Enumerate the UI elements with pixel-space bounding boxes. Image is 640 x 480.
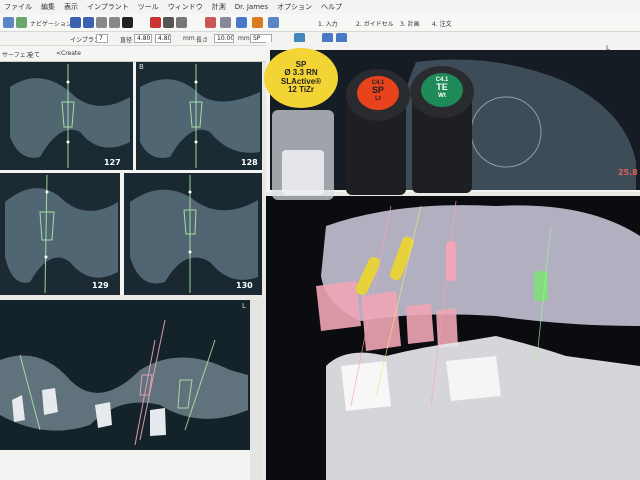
step2-label[interactable]: 2. ガイドセル <box>356 19 394 28</box>
planning-software-screen: ファイル 編集 表示 インプラント ツール ウィンドウ 計測 Dr. James… <box>0 0 640 480</box>
menu-help[interactable]: ヘルプ <box>321 2 342 12</box>
step1-label[interactable]: 1. 入力 <box>318 19 338 28</box>
move-icon[interactable] <box>163 17 174 28</box>
redo-icon[interactable] <box>83 17 94 28</box>
render-3d-view[interactable] <box>266 196 640 480</box>
panel-letter-right: L <box>606 44 610 52</box>
length-label: 長さ <box>196 37 209 44</box>
menu-file[interactable]: ファイル <box>4 2 32 12</box>
menu-bar: ファイル 編集 表示 インプラント ツール ウィンドウ 計測 Dr. James… <box>0 0 640 14</box>
menu-window[interactable]: ウィンドウ <box>168 2 203 12</box>
menu-doctor[interactable]: Dr. James <box>235 3 268 11</box>
step-input-icon[interactable] <box>268 17 279 28</box>
menu-view[interactable]: 表示 <box>64 2 78 12</box>
view-toolbar: サーフェス 全て <Create <box>0 46 270 62</box>
open-icon[interactable] <box>3 17 14 28</box>
menu-edit[interactable]: 編集 <box>41 2 55 12</box>
menu-options[interactable]: オプション <box>277 2 312 12</box>
diameter-label: 直径 <box>120 37 133 44</box>
vial-2-line-3: Lt <box>375 95 381 102</box>
slice-number: 127 <box>104 158 121 167</box>
slice-number: 128 <box>241 158 258 167</box>
length-field[interactable]: 10.00 <box>214 34 234 43</box>
view-icon[interactable] <box>122 17 133 28</box>
undo-icon[interactable] <box>70 17 81 28</box>
vial-1-line-4: 12 TiZr <box>287 85 315 95</box>
implant-icon[interactable] <box>252 17 263 28</box>
step4-label[interactable]: 4. 注文 <box>432 19 452 28</box>
cross-section-slices[interactable] <box>0 62 262 295</box>
vial-2-label: C4.1 SP Lt <box>361 80 395 102</box>
zoom-icon[interactable] <box>176 17 187 28</box>
step3-label[interactable]: 3. 計画 <box>400 19 420 28</box>
panoramic-panel: L <box>0 300 262 480</box>
grid-icon[interactable] <box>236 17 247 28</box>
vial-2-line-2: SP <box>371 85 384 96</box>
vial-3-line-3: Wt <box>438 92 446 99</box>
unit-label: mm <box>183 35 195 42</box>
length-unit-label: mm <box>238 35 250 42</box>
slice-number: 129 <box>92 281 109 290</box>
cut-icon[interactable] <box>96 17 107 28</box>
render-3d-panel <box>266 196 640 480</box>
create-label[interactable]: <Create <box>56 50 81 57</box>
menu-measure[interactable]: 計測 <box>212 2 226 12</box>
copy-icon[interactable] <box>109 17 120 28</box>
slice-number: 130 <box>236 281 253 290</box>
measure-icon[interactable] <box>220 17 231 28</box>
panel-letter-left: L <box>242 302 246 310</box>
search-icon[interactable] <box>205 17 216 28</box>
implant-number-field[interactable]: 7 <box>96 34 108 43</box>
menu-tools[interactable]: ツール <box>138 2 159 12</box>
zoom-readout: 25.8 <box>618 168 638 177</box>
cross-section-panel: B 127 128 129 130 <box>0 62 262 295</box>
menu-implant[interactable]: インプラント <box>87 2 129 12</box>
panel-letter-b: B <box>139 63 144 71</box>
all-label[interactable]: 全て <box>28 50 40 59</box>
marker-icon[interactable] <box>150 17 161 28</box>
diameter-field-2[interactable]: 4.80 <box>155 34 171 43</box>
diameter-field[interactable]: 4.80 <box>134 34 152 43</box>
vial-3-label: C4.1 TE Wt <box>425 77 459 99</box>
navigate-label[interactable]: ナビゲーション <box>30 19 72 28</box>
vial-3-line-2: TE <box>436 82 448 93</box>
vial-1-label: SP Ø 3.3 RN SLActive® 12 TiZr <box>272 60 330 95</box>
panoramic-view[interactable] <box>0 300 262 480</box>
save-icon[interactable] <box>16 17 27 28</box>
main-toolbar: ナビゲーション 1. 入力 2. ガイドセル 3. 計画 4. 注文 <box>0 14 640 32</box>
